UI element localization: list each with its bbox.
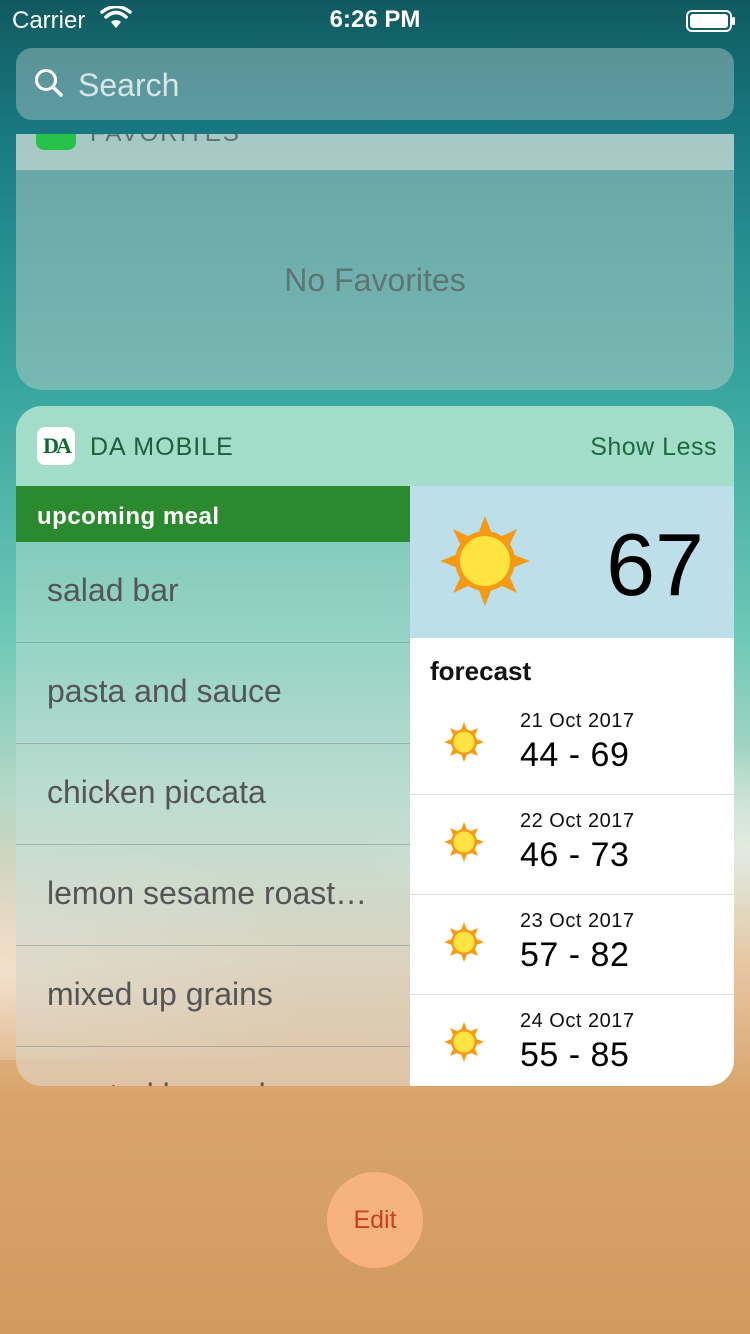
forecast-row: 21 Oct 2017 44 - 69 [410, 694, 734, 795]
meal-header: upcoming meal [16, 486, 411, 542]
favorites-title: FAVORITES [90, 134, 241, 148]
forecast-range: 55 - 85 [520, 1036, 630, 1074]
forecast-date: 22 Oct 2017 [520, 810, 635, 832]
meal-header-label: upcoming meal [37, 503, 220, 530]
favorites-empty-message: No Favorites [284, 262, 466, 298]
meal-list[interactable]: salad bar pasta and sauce chicken piccat… [16, 542, 410, 1086]
forecast-date: 23 Oct 2017 [520, 910, 635, 932]
forecast-range: 46 - 73 [520, 836, 630, 874]
current-weather: 67 [410, 486, 734, 638]
phone-app-icon [36, 134, 76, 150]
meal-label: lemon sesame roast… [47, 875, 368, 911]
da-logo: DA [37, 427, 75, 465]
forecast-date: 21 Oct 2017 [520, 710, 635, 732]
sun-icon [440, 516, 530, 611]
search-icon [34, 68, 64, 103]
status-bar: Carrier 6:26 PM [0, 0, 750, 40]
list-item[interactable]: mixed up grains [16, 946, 410, 1047]
da-mobile-widget: DA DA MOBILE Show Less upcoming meal sal… [16, 406, 734, 1086]
meal-label: salad bar [47, 572, 179, 608]
widget-title: DA MOBILE [90, 433, 234, 461]
show-less-button[interactable]: Show Less [590, 433, 717, 462]
favorites-header: FAVORITES [16, 134, 734, 170]
favorites-widget: FAVORITES No Favorites [16, 134, 734, 390]
list-item[interactable]: roasted brussels sp [16, 1047, 410, 1086]
list-item[interactable]: lemon sesame roast… [16, 845, 410, 946]
clock: 6:26 PM [329, 6, 421, 33]
search-input[interactable] [76, 64, 680, 106]
meal-label: chicken piccata [47, 774, 266, 810]
forecast-title: forecast [430, 656, 532, 686]
battery-icon [686, 10, 736, 32]
current-temperature: 67 [606, 515, 704, 614]
edit-button[interactable]: Edit [327, 1172, 423, 1268]
list-item[interactable]: pasta and sauce [16, 643, 410, 744]
forecast-range: 57 - 82 [520, 936, 630, 974]
list-item[interactable]: salad bar [16, 542, 410, 643]
widget-header: DA DA MOBILE Show Less [16, 406, 734, 486]
forecast-range: 44 - 69 [520, 736, 630, 774]
sun-icon [444, 922, 484, 967]
forecast-row: 22 Oct 2017 46 - 73 [410, 794, 734, 895]
forecast-row: 24 Oct 2017 55 - 85 [410, 994, 734, 1086]
search-bar[interactable] [16, 48, 734, 120]
sun-icon [444, 822, 484, 867]
forecast-date: 24 Oct 2017 [520, 1010, 635, 1032]
meal-label: mixed up grains [47, 976, 273, 1012]
forecast-row: 23 Oct 2017 57 - 82 [410, 894, 734, 995]
sun-icon [444, 1022, 484, 1067]
sun-icon [444, 722, 484, 767]
meal-label: roasted brussels sp [47, 1077, 387, 1086]
meal-label: pasta and sauce [47, 673, 282, 709]
list-item[interactable]: chicken piccata [16, 744, 410, 845]
forecast-panel: forecast 21 Oct 2017 44 - 69 22 Oct 2017… [410, 638, 734, 1086]
